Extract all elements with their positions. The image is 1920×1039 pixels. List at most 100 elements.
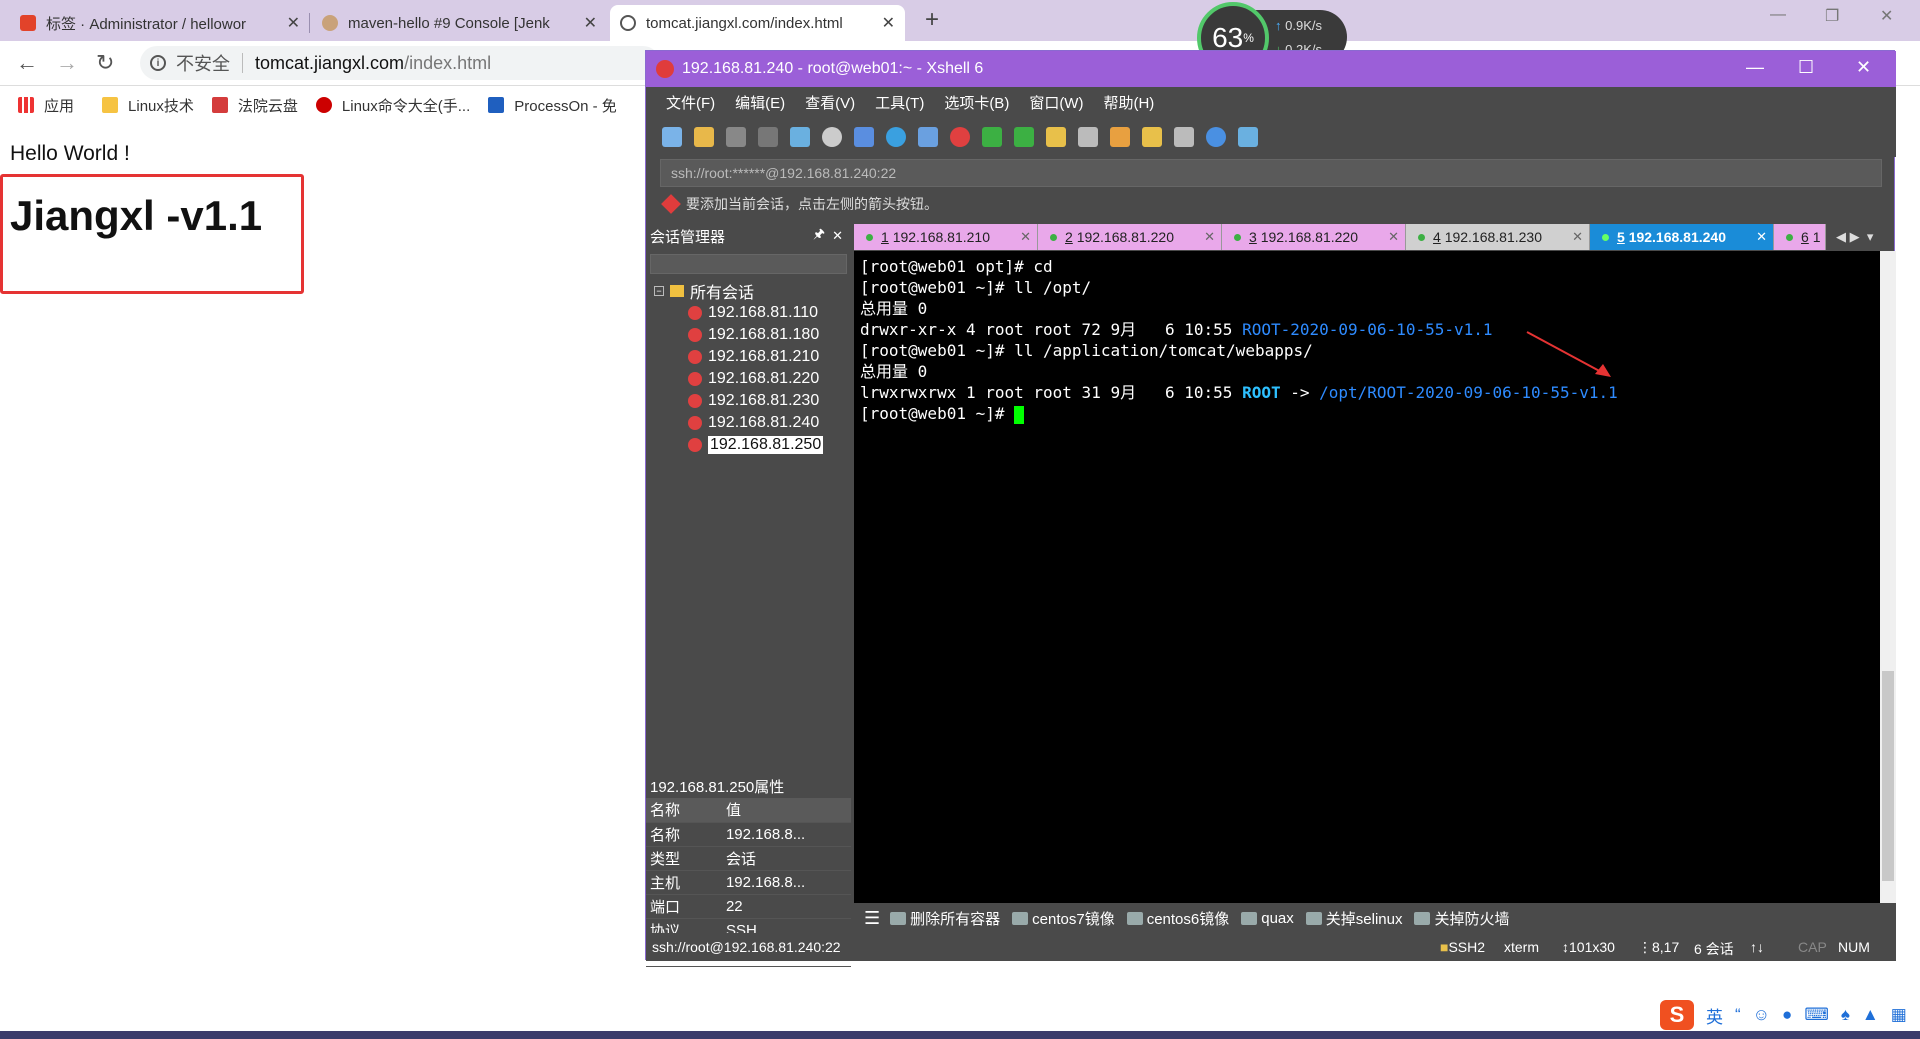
minimize-icon[interactable]: —	[1770, 6, 1786, 24]
session-search-input[interactable]	[650, 254, 847, 274]
session-tab-5[interactable]: 5 192.168.81.240 ✕	[1590, 224, 1774, 250]
terminal-scrollbar[interactable]	[1880, 251, 1896, 903]
hint-bar: 要添加当前会话，点击左侧的箭头按钮。	[661, 191, 938, 217]
disconnect-icon[interactable]	[726, 127, 746, 147]
bookmark-arrow-icon[interactable]	[661, 194, 681, 214]
bookmark-linux[interactable]: Linux技术	[102, 95, 194, 116]
tree-session[interactable]: 192.168.81.230	[646, 390, 851, 412]
menu-help[interactable]: 帮助(H)	[1103, 92, 1154, 113]
url-host: tomcat.jiangxl.com	[255, 52, 405, 73]
menu-view[interactable]: 查看(V)	[805, 92, 855, 113]
quick-command[interactable]: quax	[1241, 910, 1294, 927]
menu-edit[interactable]: 编辑(E)	[735, 92, 785, 113]
bookmark-processon[interactable]: ProcessOn - 免	[488, 95, 617, 116]
session-tab-4[interactable]: 4 192.168.81.230 ✕	[1406, 224, 1590, 250]
keyboard-icon[interactable]: ⌨	[1804, 1005, 1829, 1025]
status-protocol: ■SSH2	[1440, 939, 1486, 955]
transfer-arrows-icon[interactable]: ↑↓	[1750, 939, 1764, 955]
bookmark-court-cloud[interactable]: 法院云盘	[211, 95, 298, 116]
reconnect-icon[interactable]	[758, 127, 778, 147]
quick-command[interactable]: centos7镜像	[1012, 908, 1115, 929]
pin-icon[interactable]: 🖈	[813, 225, 825, 247]
tree-session[interactable]: 192.168.81.110	[646, 302, 851, 324]
tree-session-selected[interactable]: 192.168.81.250	[646, 434, 851, 456]
chat-icon[interactable]	[1238, 127, 1258, 147]
quick-command[interactable]: 关掉selinux	[1305, 908, 1402, 929]
xftp-icon[interactable]	[950, 127, 970, 147]
minimize-icon[interactable]: —	[1746, 57, 1764, 78]
keyboard-icon[interactable]	[1078, 127, 1098, 147]
globe-icon[interactable]	[886, 127, 906, 147]
tree-session[interactable]: 192.168.81.220	[646, 368, 851, 390]
mic-icon[interactable]: ●	[1782, 1005, 1792, 1025]
find-icon[interactable]	[822, 127, 842, 147]
restore-icon[interactable]: ❐	[1825, 6, 1839, 26]
help-icon[interactable]	[1206, 127, 1226, 147]
close-icon[interactable]: ✕	[1880, 6, 1893, 26]
close-icon[interactable]: ✕	[832, 228, 843, 244]
tab-close-icon[interactable]: ✕	[882, 13, 895, 33]
status-num: NUM	[1838, 939, 1870, 955]
bookmark-linux-commands[interactable]: Linux命令大全(手...	[315, 95, 470, 116]
menu-file[interactable]: 文件(F)	[666, 92, 715, 113]
browser-tab-tomcat[interactable]: tomcat.jiangxl.com/index.html ✕	[610, 5, 905, 41]
tree-session[interactable]: 192.168.81.210	[646, 346, 851, 368]
bookmark-apps[interactable]: 应用	[18, 95, 74, 116]
menu-tabs[interactable]: 选项卡(B)	[944, 92, 1009, 113]
session-tab-6[interactable]: 6 1	[1774, 224, 1826, 250]
tab-close-icon[interactable]: ✕	[584, 13, 597, 33]
user-icon[interactable]: ♠	[1841, 1005, 1850, 1025]
session-tab-3[interactable]: 3 192.168.81.220 ✕	[1222, 224, 1406, 250]
info-icon[interactable]: i	[150, 55, 166, 71]
back-icon[interactable]: ←	[16, 50, 38, 76]
lock-icon[interactable]	[1046, 127, 1066, 147]
tree-session[interactable]: 192.168.81.180	[646, 324, 851, 346]
browser-tab-jenkins[interactable]: maven-hello #9 Console [Jenk ✕	[312, 5, 607, 41]
tab-scroll-arrows[interactable]: ◀ ▶ ▾	[1826, 224, 1873, 250]
shirt-icon[interactable]: ▲	[1862, 1005, 1879, 1025]
font-icon[interactable]	[918, 127, 938, 147]
tree-folder-all[interactable]: − 所有会话	[646, 280, 851, 302]
tree-session[interactable]: 192.168.81.240	[646, 412, 851, 434]
scrollbar-thumb[interactable]	[1882, 671, 1894, 881]
session-folder-icon[interactable]	[1142, 127, 1162, 147]
table-row: 端口 22	[646, 894, 851, 919]
quick-command[interactable]: 删除所有容器	[890, 908, 1000, 929]
ime-bar: S 英 “ ☺ ● ⌨ ♠ ▲ ▦	[1660, 1000, 1907, 1030]
emoji-icon[interactable]: ☺	[1753, 1005, 1770, 1025]
session-tab-1[interactable]: 1 192.168.81.210 ✕	[854, 224, 1038, 250]
sogou-icon[interactable]: S	[1660, 1000, 1694, 1030]
reload-icon[interactable]: ↻	[96, 50, 114, 76]
grid-icon[interactable]: ▦	[1891, 1005, 1907, 1025]
new-session-icon[interactable]	[662, 127, 682, 147]
collapse-icon: −	[654, 286, 664, 296]
url-input[interactable]: i 不安全 tomcat.jiangxl.com/index.html	[140, 46, 660, 80]
ime-language[interactable]: 英	[1706, 1003, 1723, 1028]
punctuation-icon[interactable]: “	[1735, 1005, 1741, 1025]
highlight-icon[interactable]	[1110, 127, 1130, 147]
browser-tab-strip: 标签 · Administrator / hellowor ✕ maven-he…	[0, 0, 1920, 41]
layout-icon[interactable]	[1174, 127, 1194, 147]
maximize-icon[interactable]: ☐	[1798, 57, 1814, 78]
session-address-field[interactable]: ssh://root:******@192.168.81.240:22	[660, 159, 1882, 187]
menu-icon[interactable]: ☰	[864, 908, 880, 929]
session-tab-2[interactable]: 2 192.168.81.220 ✕	[1038, 224, 1222, 250]
tab-close-icon[interactable]: ✕	[287, 13, 300, 33]
cursor-pos-icon: ⋮	[1638, 939, 1652, 955]
forward-icon[interactable]: →	[56, 50, 78, 76]
close-icon[interactable]: ✕	[1856, 57, 1871, 78]
quick-command[interactable]: centos6镜像	[1126, 908, 1229, 929]
keyboard-icon	[1305, 911, 1322, 925]
script-icon[interactable]	[982, 127, 1002, 147]
new-tab-icon[interactable]	[790, 127, 810, 147]
open-folder-icon[interactable]	[694, 127, 714, 147]
browser-tab-gitlab[interactable]: 标签 · Administrator / hellowor ✕	[10, 5, 310, 41]
keyboard-icon	[1414, 911, 1431, 925]
new-tab-button[interactable]: +	[925, 6, 939, 34]
menu-window[interactable]: 窗口(W)	[1029, 92, 1083, 113]
fullscreen-icon[interactable]	[1014, 127, 1034, 147]
menu-tools[interactable]: 工具(T)	[875, 92, 924, 113]
terminal[interactable]: [root@web01 opt]# cd [root@web01 ~]# ll …	[854, 251, 1880, 903]
quick-command[interactable]: 关掉防火墙	[1414, 908, 1510, 929]
compose-icon[interactable]	[854, 127, 874, 147]
